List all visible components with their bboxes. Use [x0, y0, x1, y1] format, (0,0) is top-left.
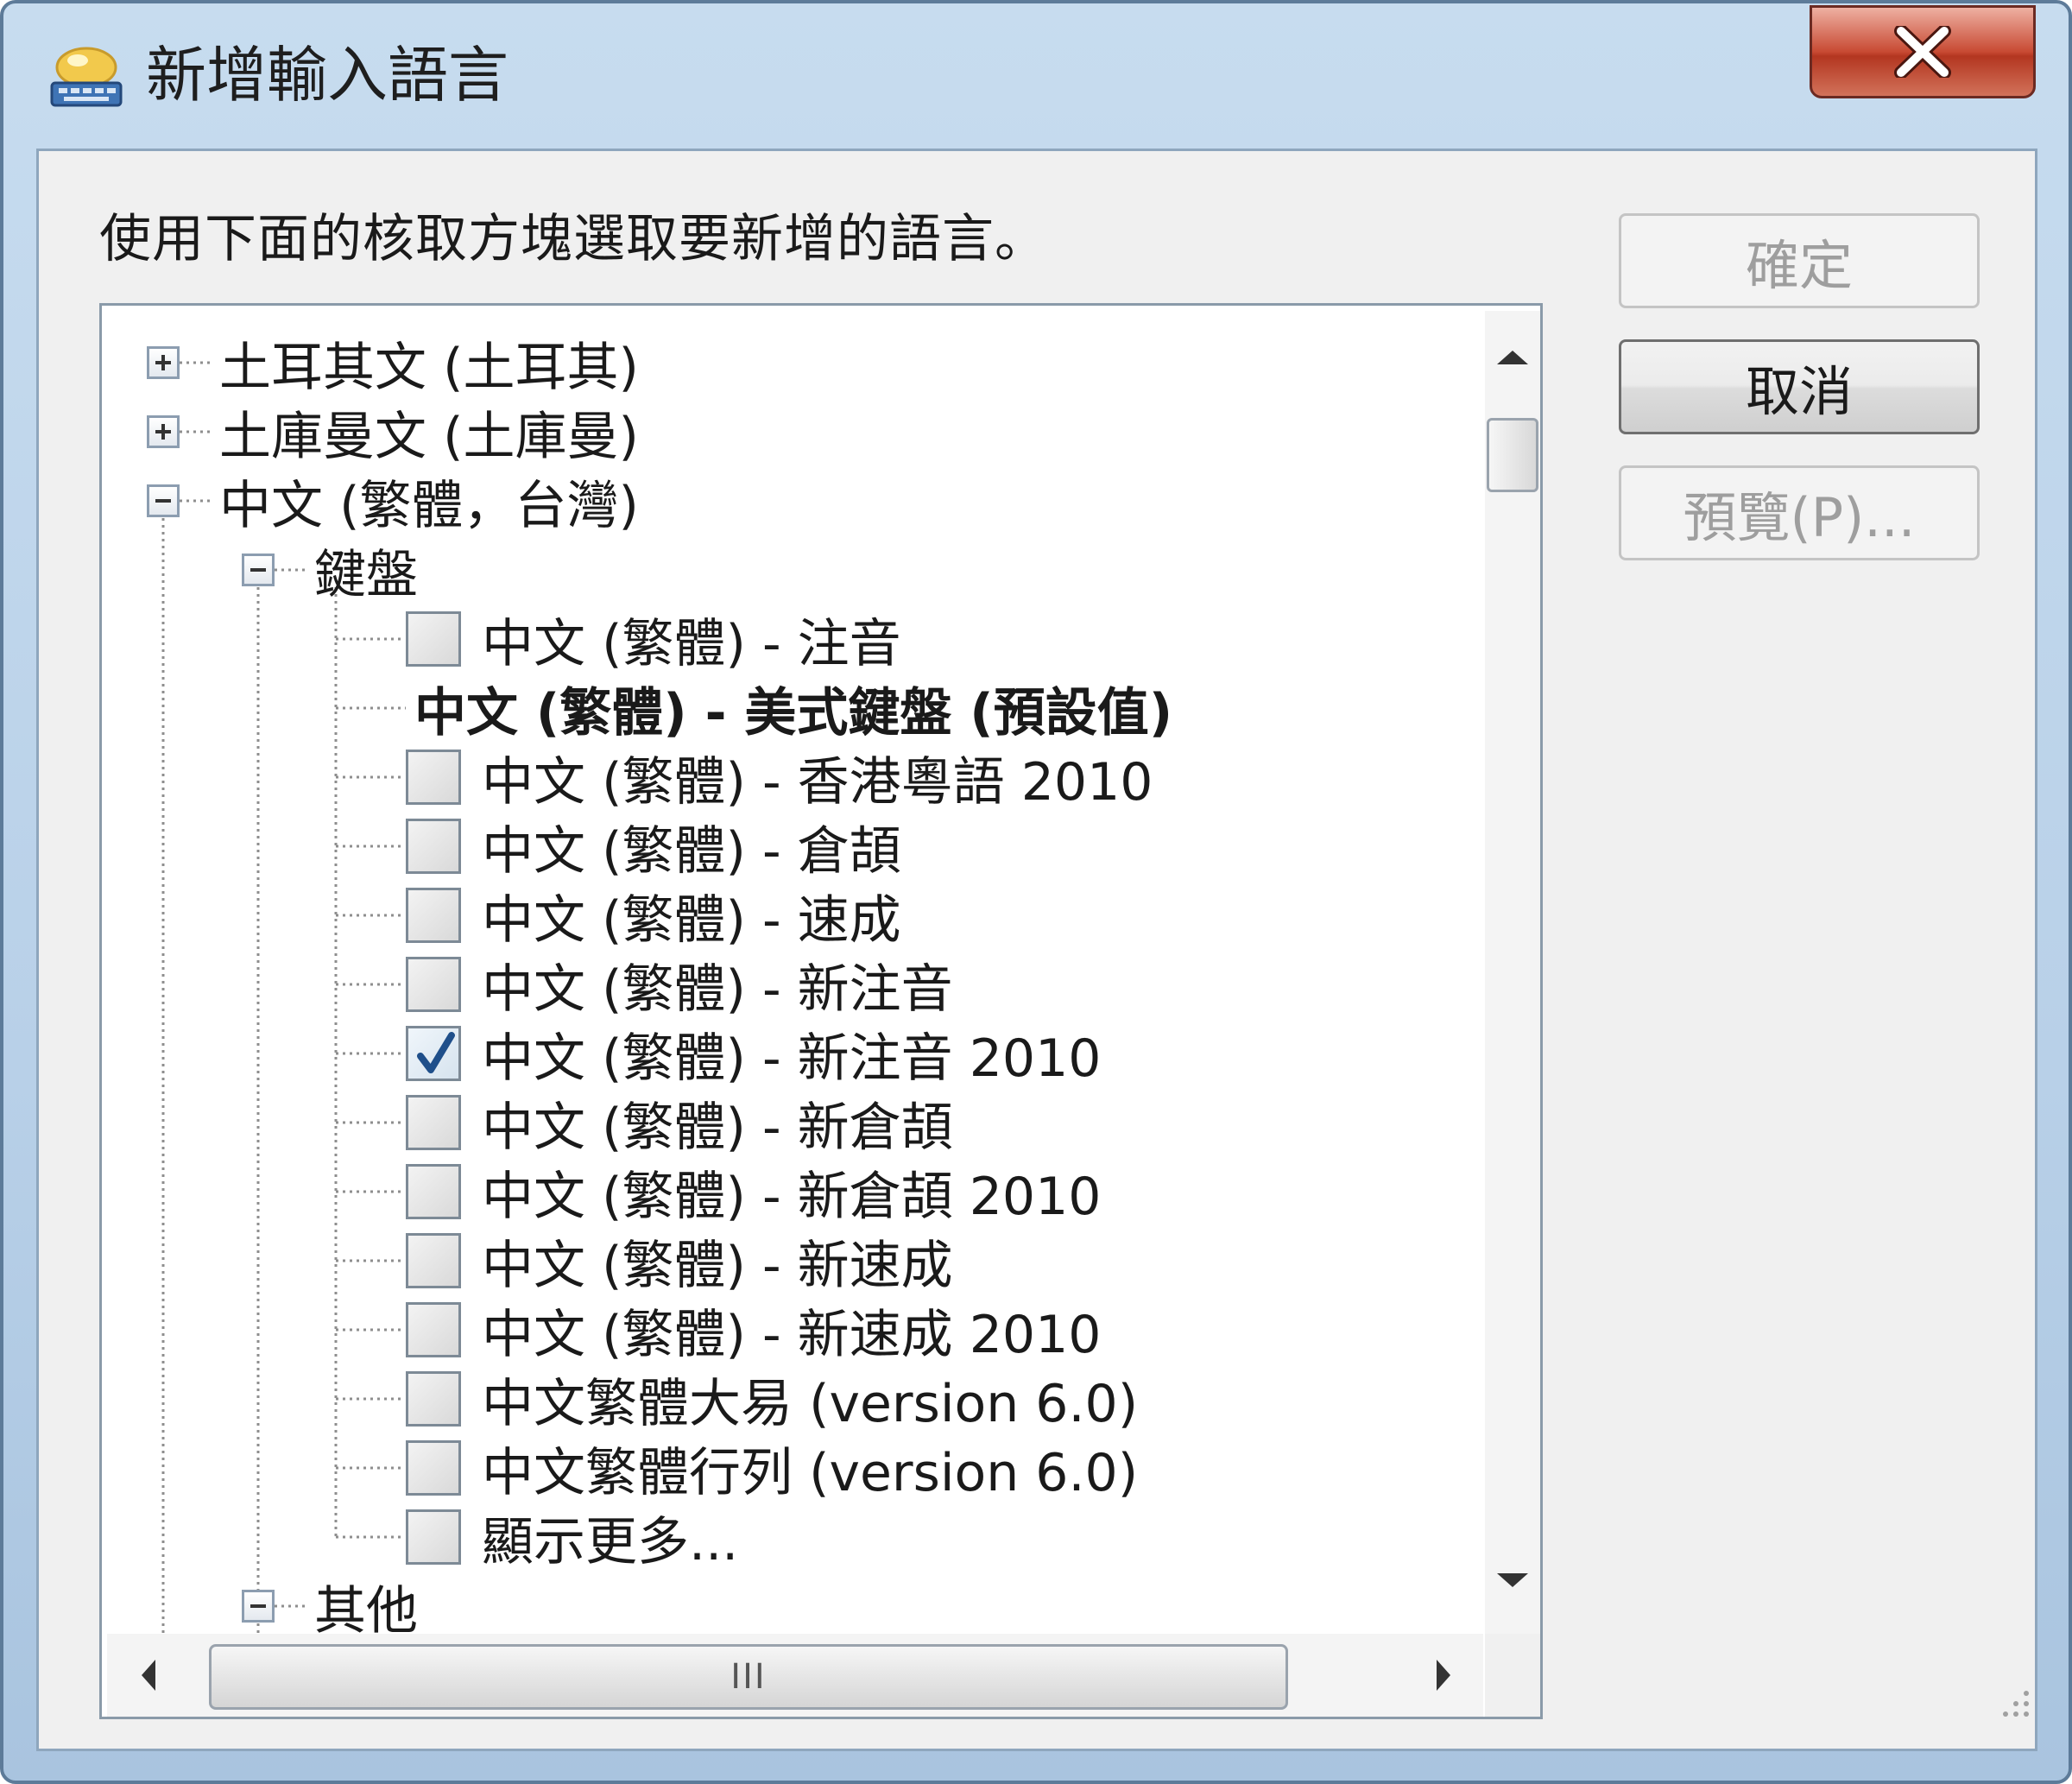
- checkbox-unchecked[interactable]: [406, 1233, 461, 1288]
- instruction-text: 使用下面的核取方塊選取要新增的語言。: [99, 209, 1047, 269]
- tree-node-label: 中文 (繁體) - 速成: [482, 889, 901, 951]
- tree-node-label: 鍵盤: [314, 544, 418, 605]
- tree-node-label: 中文 (繁體) - 新倉頡: [482, 1097, 953, 1158]
- tree-node-label: 中文 (繁體) - 新倉頡 2010: [482, 1166, 1102, 1227]
- tree-node-label: 中文 (繁體) - 倉頡: [482, 820, 901, 882]
- keyboard-checkbox-item[interactable]: 中文 (繁體) - 倉頡: [102, 812, 1483, 882]
- keyboard-checkbox-item[interactable]: 中文 (繁體) - 新倉頡: [102, 1088, 1483, 1158]
- keyboard-checkbox-item[interactable]: 中文 (繁體) - 新速成: [102, 1226, 1483, 1296]
- scrollbar-corner: [1485, 1634, 1540, 1717]
- expand-plus-icon[interactable]: [147, 415, 180, 448]
- collapse-minus-icon[interactable]: [242, 554, 275, 586]
- tree-node-label: 其他: [314, 1580, 418, 1642]
- tree-node-label: 土庫曼文 (土庫曼): [219, 406, 639, 467]
- expand-plus-icon[interactable]: [147, 346, 180, 379]
- scroll-down-arrow-icon[interactable]: [1497, 1573, 1528, 1587]
- keyboard-checkbox-item[interactable]: 中文 (繁體) - 注音: [102, 604, 1483, 674]
- tree-item-language[interactable]: 土耳其文 (土耳其): [102, 328, 1483, 398]
- tree-node-label: 中文繁體行列 (version 6.0): [482, 1442, 1139, 1503]
- tree-node-label: 顯示更多...: [482, 1511, 739, 1572]
- checkbox-checked[interactable]: [406, 1026, 461, 1081]
- cancel-button[interactable]: 取消: [1619, 339, 1980, 434]
- tree-node-label: 中文 (繁體) - 新速成 2010: [482, 1304, 1102, 1365]
- checkbox-unchecked[interactable]: [406, 1371, 461, 1427]
- keyboard-checkbox-item[interactable]: 中文 (繁體) - 新倉頡 2010: [102, 1157, 1483, 1227]
- keyboard-checkbox-item[interactable]: 中文 (繁體) - 香港粵語 2010: [102, 743, 1483, 813]
- keyboard-language-icon: [50, 47, 123, 107]
- tree-node-label: 中文 (繁體) - 香港粵語 2010: [482, 751, 1153, 813]
- keyboard-checkbox-item[interactable]: 中文繁體行列 (version 6.0): [102, 1433, 1483, 1503]
- scroll-up-arrow-icon[interactable]: [1497, 351, 1528, 364]
- checkbox-unchecked[interactable]: [406, 819, 461, 874]
- tree-item-keyboard-group[interactable]: 鍵盤: [102, 535, 1483, 605]
- check-mark-icon: [417, 1032, 455, 1073]
- collapse-minus-icon[interactable]: [147, 484, 180, 517]
- checkbox-unchecked[interactable]: [406, 750, 461, 805]
- scroll-left-arrow-icon[interactable]: [142, 1660, 155, 1691]
- keyboard-checkbox-item[interactable]: 中文 (繁體) - 速成: [102, 881, 1483, 951]
- checkbox-unchecked[interactable]: [406, 1164, 461, 1219]
- horizontal-scroll-thumb[interactable]: III: [209, 1644, 1288, 1710]
- vertical-scroll-thumb[interactable]: [1487, 418, 1538, 492]
- scroll-grip-icon: III: [730, 1657, 767, 1697]
- tree-item-language[interactable]: 中文 (繁體，台灣): [102, 466, 1483, 536]
- keyboard-checkbox-item[interactable]: 中文 (繁體) - 新注音 2010: [102, 1019, 1483, 1089]
- close-icon: [1894, 26, 1951, 78]
- tree-node-label: 中文 (繁體) - 美式鍵盤 (預設值): [414, 682, 1173, 743]
- keyboard-checkbox-item[interactable]: 中文繁體大易 (version 6.0): [102, 1364, 1483, 1434]
- checkbox-unchecked[interactable]: [406, 1440, 461, 1496]
- tree-node-label: 中文 (繁體) - 新注音 2010: [482, 1028, 1102, 1089]
- keyboard-checkbox-item[interactable]: 中文 (繁體) - 新速成 2010: [102, 1295, 1483, 1365]
- tree-node-label: 中文 (繁體) - 注音: [482, 613, 901, 674]
- tree-node-label: 中文繁體大易 (version 6.0): [482, 1373, 1139, 1434]
- keyboard-default-item: 中文 (繁體) - 美式鍵盤 (預設值): [102, 674, 1483, 743]
- close-button[interactable]: [1810, 5, 2036, 98]
- dialog-client-area: 使用下面的核取方塊選取要新增的語言。 確定 取消 預覽(P)... 土耳其文 (…: [36, 149, 2037, 1751]
- dialog-window: 新增輸入語言 使用下面的核取方塊選取要新增的語言。 確定 取消 預覽(P)...…: [0, 0, 2072, 1784]
- tree-node-label: 中文 (繁體，台灣): [219, 475, 639, 536]
- tree-node-label: 中文 (繁體) - 新注音: [482, 958, 953, 1020]
- keyboard-checkbox-item[interactable]: 顯示更多...: [102, 1502, 1483, 1572]
- scroll-right-arrow-icon[interactable]: [1437, 1660, 1450, 1691]
- tree-item-other-group[interactable]: 其他: [102, 1572, 1483, 1642]
- checkbox-unchecked[interactable]: [406, 888, 461, 943]
- ok-button[interactable]: 確定: [1619, 213, 1980, 308]
- tree-node-label: 中文 (繁體) - 新速成: [482, 1235, 953, 1296]
- window-title: 新增輸入語言: [146, 40, 509, 111]
- collapse-minus-icon[interactable]: [242, 1590, 275, 1623]
- preview-button[interactable]: 預覽(P)...: [1619, 465, 1980, 560]
- checkbox-unchecked[interactable]: [406, 611, 461, 667]
- checkbox-unchecked[interactable]: [406, 1509, 461, 1565]
- tree-node-label: 土耳其文 (土耳其): [219, 337, 639, 398]
- tree-item-language[interactable]: 土庫曼文 (土庫曼): [102, 397, 1483, 467]
- keyboard-checkbox-item[interactable]: 中文 (繁體) - 新注音: [102, 950, 1483, 1020]
- checkbox-unchecked[interactable]: [406, 957, 461, 1012]
- checkbox-unchecked[interactable]: [406, 1302, 461, 1357]
- language-tree-view[interactable]: 土耳其文 (土耳其) 土庫曼文 (土庫曼) 中文 (繁體，台灣) 鍵盤中文 (繁體) …: [99, 303, 1543, 1719]
- horizontal-scrollbar[interactable]: III: [107, 1634, 1483, 1717]
- checkbox-unchecked[interactable]: [406, 1095, 461, 1150]
- resize-grip-icon[interactable]: [1997, 1685, 2031, 1719]
- title-bar[interactable]: 新增輸入語言: [3, 3, 2069, 150]
- vertical-scrollbar[interactable]: [1485, 311, 1540, 1634]
